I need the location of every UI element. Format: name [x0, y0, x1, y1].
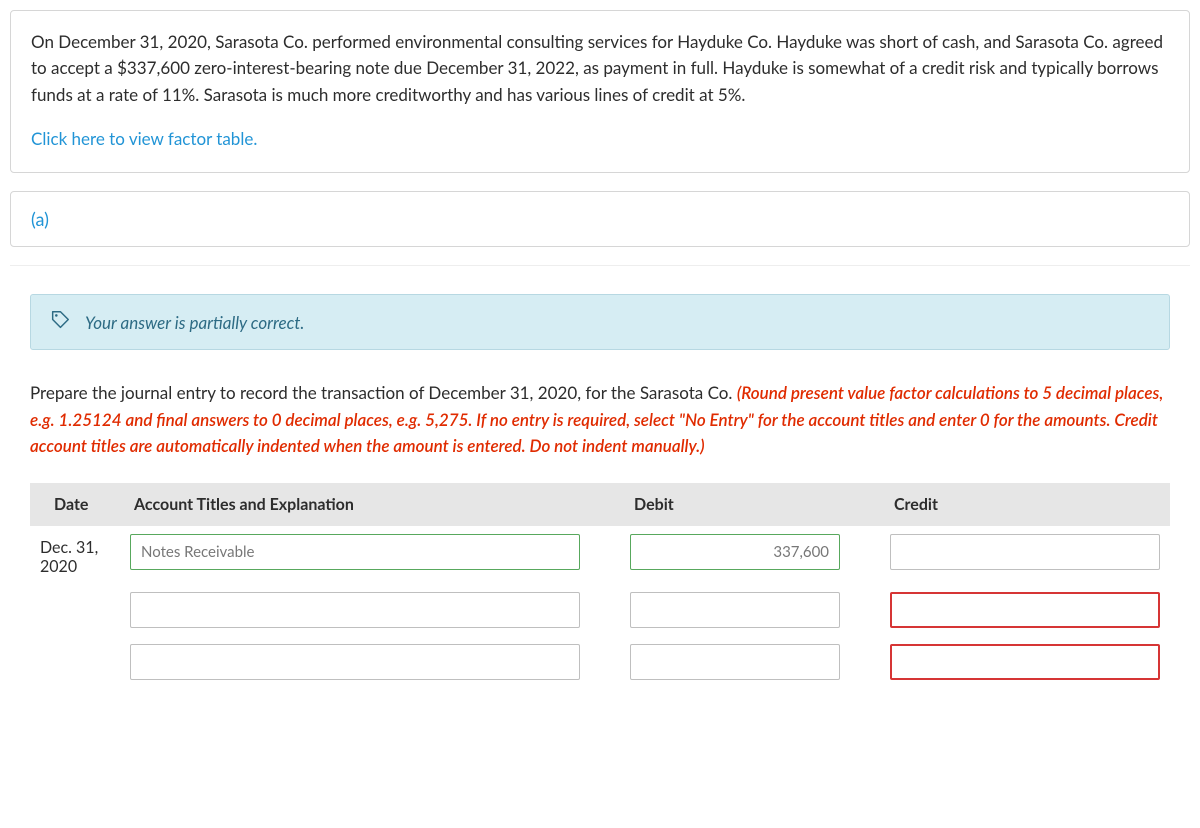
factor-table-link[interactable]: Click here to view factor table.	[31, 126, 257, 152]
date-cell	[30, 584, 120, 636]
part-header: (a)	[10, 191, 1190, 247]
credit-input[interactable]	[890, 592, 1160, 628]
date-cell: Dec. 31,2020	[30, 526, 120, 584]
account-title-input[interactable]	[130, 644, 580, 680]
header-date: Date	[30, 483, 120, 526]
header-credit: Credit	[880, 483, 1170, 526]
table-row: Dec. 31,2020	[30, 526, 1170, 584]
instructions-lead: Prepare the journal entry to record the …	[30, 382, 737, 403]
debit-input[interactable]	[630, 534, 840, 570]
tag-icon	[49, 309, 71, 335]
header-account: Account Titles and Explanation	[120, 483, 590, 526]
journal-table: Date Account Titles and Explanation Debi…	[30, 483, 1170, 688]
instructions: Prepare the journal entry to record the …	[30, 380, 1170, 459]
content-area: Your answer is partially correct. Prepar…	[10, 265, 1190, 688]
table-row	[30, 584, 1170, 636]
debit-input[interactable]	[630, 592, 840, 628]
part-label: (a)	[31, 208, 49, 230]
header-debit: Debit	[620, 483, 850, 526]
credit-input[interactable]	[890, 644, 1160, 680]
feedback-message: Your answer is partially correct.	[85, 312, 304, 333]
account-title-input[interactable]	[130, 592, 580, 628]
table-row	[30, 636, 1170, 688]
debit-input[interactable]	[630, 644, 840, 680]
account-title-input[interactable]	[130, 534, 580, 570]
date-cell	[30, 636, 120, 688]
problem-panel: On December 31, 2020, Sarasota Co. perfo…	[10, 10, 1190, 173]
problem-text: On December 31, 2020, Sarasota Co. perfo…	[31, 31, 1163, 105]
credit-input[interactable]	[890, 534, 1160, 570]
feedback-banner: Your answer is partially correct.	[30, 294, 1170, 350]
